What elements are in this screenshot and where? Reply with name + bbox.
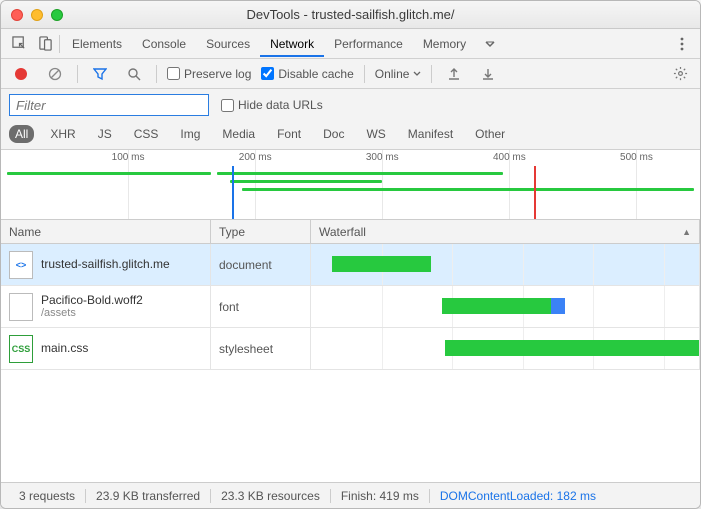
chevron-down-icon xyxy=(413,70,421,78)
preserve-log-checkbox[interactable]: Preserve log xyxy=(167,67,251,81)
request-waterfall xyxy=(311,286,700,327)
type-filter-other[interactable]: Other xyxy=(469,125,511,143)
request-waterfall xyxy=(311,244,700,285)
dcl-marker xyxy=(232,166,234,219)
file-icon xyxy=(9,293,33,321)
window-title: DevTools - trusted-sailfish.glitch.me/ xyxy=(1,7,700,22)
type-filter-css[interactable]: CSS xyxy=(128,125,165,143)
request-name: Pacifico-Bold.woff2 xyxy=(41,293,143,307)
status-finish: Finish: 419 ms xyxy=(331,489,430,503)
timeline-tick: 300 ms xyxy=(366,152,399,163)
timeline-tick: 100 ms xyxy=(112,152,145,163)
timeline-tick: 200 ms xyxy=(239,152,272,163)
tab-network[interactable]: Network xyxy=(260,31,324,57)
throttling-value: Online xyxy=(375,67,410,81)
record-button[interactable] xyxy=(9,62,33,86)
upload-har-icon[interactable] xyxy=(442,62,466,86)
status-domcontentloaded: DOMContentLoaded: 182 ms xyxy=(430,489,606,503)
request-type: stylesheet xyxy=(211,328,311,369)
type-filter-manifest[interactable]: Manifest xyxy=(402,125,459,143)
request-type: font xyxy=(211,286,311,327)
type-filter-img[interactable]: Img xyxy=(174,125,206,143)
type-filter-ws[interactable]: WS xyxy=(360,125,391,143)
preserve-log-label: Preserve log xyxy=(184,67,251,81)
window-titlebar: DevTools - trusted-sailfish.glitch.me/ xyxy=(1,1,700,29)
timeline-tick: 500 ms xyxy=(620,152,653,163)
timeline-bar xyxy=(7,172,210,175)
tab-memory[interactable]: Memory xyxy=(413,31,476,57)
tab-performance[interactable]: Performance xyxy=(324,31,413,57)
request-type: document xyxy=(211,244,311,285)
panel-tabs: ElementsConsoleSourcesNetworkPerformance… xyxy=(1,29,700,59)
column-name[interactable]: Name xyxy=(1,220,211,243)
request-row[interactable]: <> trusted-sailfish.glitch.me document xyxy=(1,244,700,286)
download-har-icon[interactable] xyxy=(476,62,500,86)
requests-table-header: Name Type Waterfall ▲ xyxy=(1,220,700,244)
settings-kebab-icon[interactable] xyxy=(670,32,694,56)
filter-input[interactable] xyxy=(9,94,209,116)
tab-elements[interactable]: Elements xyxy=(62,31,132,57)
load-marker xyxy=(534,166,536,219)
timeline-bar xyxy=(242,188,693,191)
hide-data-urls-label: Hide data URLs xyxy=(238,98,323,112)
request-row[interactable]: Pacifico-Bold.woff2/assets font xyxy=(1,286,700,328)
type-filter-xhr[interactable]: XHR xyxy=(44,125,81,143)
clear-icon[interactable] xyxy=(43,62,67,86)
disable-cache-checkbox[interactable]: Disable cache xyxy=(261,67,353,81)
filter-icon[interactable] xyxy=(88,62,112,86)
status-resources: 23.3 KB resources xyxy=(211,489,331,503)
disable-cache-label: Disable cache xyxy=(278,67,353,81)
request-waterfall xyxy=(311,328,700,369)
network-toolbar: Preserve log Disable cache Online xyxy=(1,59,700,89)
throttling-select[interactable]: Online xyxy=(375,67,422,81)
network-settings-icon[interactable] xyxy=(668,62,692,86)
inspect-element-icon[interactable] xyxy=(7,32,31,56)
type-filter-js[interactable]: JS xyxy=(92,125,118,143)
type-filter-doc[interactable]: Doc xyxy=(317,125,350,143)
file-icon: <> xyxy=(9,251,33,279)
file-icon: CSS xyxy=(9,335,33,363)
timeline-overview[interactable]: 100 ms 200 ms 300 ms 400 ms 500 ms xyxy=(1,150,700,220)
status-bar: 3 requests 23.9 KB transferred 23.3 KB r… xyxy=(1,482,700,508)
type-filter-row: All XHR JS CSS Img Media Font Doc WS Manifest Othe… xyxy=(1,121,700,150)
request-row[interactable]: CSS main.css stylesheet xyxy=(1,328,700,370)
more-tabs-icon[interactable] xyxy=(478,32,502,56)
type-filter-media[interactable]: Media xyxy=(216,125,261,143)
timeline-tick: 400 ms xyxy=(493,152,526,163)
sort-indicator-icon: ▲ xyxy=(682,227,691,237)
requests-table-body: <>trusted-sailfish.glitch.medocumentPaci… xyxy=(1,244,700,482)
request-path: /assets xyxy=(41,307,143,320)
timeline-bar xyxy=(217,172,503,175)
device-toolbar-icon[interactable] xyxy=(33,32,57,56)
request-name: main.css xyxy=(41,341,88,355)
status-transferred: 23.9 KB transferred xyxy=(86,489,211,503)
tab-sources[interactable]: Sources xyxy=(196,31,260,57)
column-type[interactable]: Type xyxy=(211,220,311,243)
type-filter-font[interactable]: Font xyxy=(271,125,307,143)
tab-console[interactable]: Console xyxy=(132,31,196,57)
hide-data-urls-checkbox[interactable]: Hide data URLs xyxy=(221,98,323,112)
filter-row: Hide data URLs xyxy=(1,89,700,121)
column-waterfall[interactable]: Waterfall ▲ xyxy=(311,220,700,243)
timeline-bar xyxy=(230,180,383,183)
type-filter-all[interactable]: All xyxy=(9,125,34,143)
request-name: trusted-sailfish.glitch.me xyxy=(41,257,170,271)
status-requests: 3 requests xyxy=(9,489,86,503)
search-icon[interactable] xyxy=(122,62,146,86)
